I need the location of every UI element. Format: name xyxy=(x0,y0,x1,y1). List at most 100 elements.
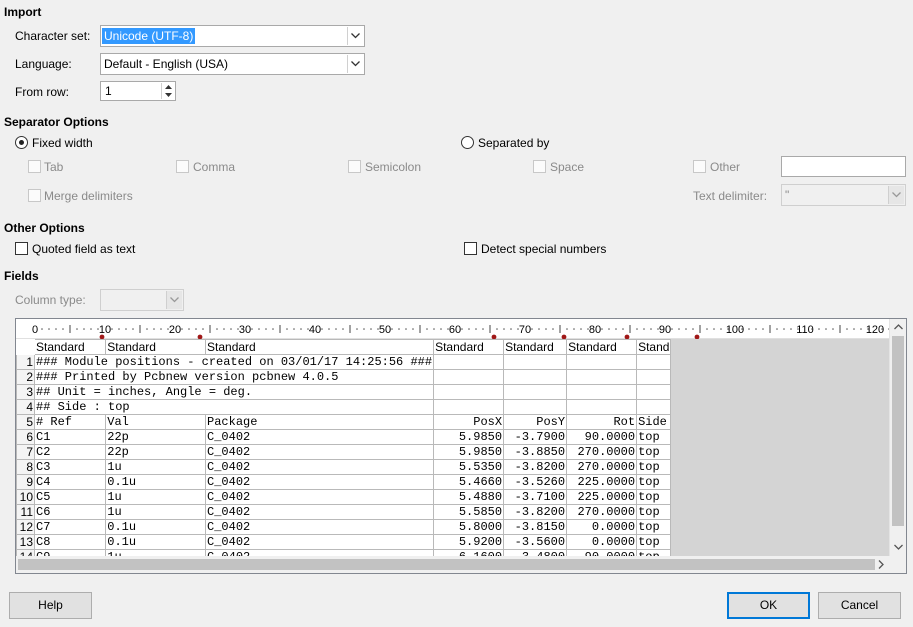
ruler-dot xyxy=(272,328,274,330)
ruler-dot xyxy=(580,328,582,330)
table-row: 12 C7 0.1u C_0402 5.8000 -3.8150 0.0000 top xyxy=(16,519,672,535)
ruler-label: 80 xyxy=(589,324,601,336)
grid-header-row: Standard Standard Standard Standard Standard… xyxy=(16,339,672,355)
table-row: 2 ### Printed by Pcbnew version pcbnew 4.… xyxy=(16,369,672,385)
spin-down-icon[interactable] xyxy=(162,91,174,99)
ruler-dot xyxy=(545,328,547,330)
ruler-dot xyxy=(426,328,428,330)
grid-cell: Val xyxy=(105,414,207,430)
column-type-header[interactable]: Standard xyxy=(205,339,435,355)
merge-delimiters-checkbox[interactable] xyxy=(28,189,41,202)
table-row: 6 C1 22p C_0402 5.9850 -3.7900 90.0000 top xyxy=(16,429,672,445)
tab-checkbox[interactable] xyxy=(28,160,41,173)
detect-special-label: Detect special numbers xyxy=(481,242,607,256)
spin-up-icon[interactable] xyxy=(162,83,174,91)
row-number: 9 xyxy=(16,474,35,490)
grid-cell: C_0402 xyxy=(205,519,435,535)
language-value: Default - English (USA) xyxy=(104,57,229,71)
preview-grid[interactable]: 0 10 20 30 40 50 60 70 80 90 100 110 120 Standard Sta… xyxy=(15,318,907,574)
detect-special-checkbox[interactable] xyxy=(464,242,477,255)
ruler-dot xyxy=(608,328,610,330)
language-label: Language: xyxy=(15,57,72,71)
quoted-field-checkbox[interactable] xyxy=(15,242,28,255)
ruler-dot xyxy=(188,328,190,330)
ruler-dot xyxy=(510,328,512,330)
grid-cell: C5 xyxy=(33,489,107,505)
grid-cell: Rot xyxy=(566,414,638,430)
ruler-dot xyxy=(671,328,673,330)
semicolon-checkbox[interactable] xyxy=(348,160,361,173)
table-row: 1 ### Module positions - created on 03/01… xyxy=(16,354,672,370)
vertical-scroll-thumb[interactable] xyxy=(892,336,904,526)
other-separator-input[interactable] xyxy=(781,156,906,177)
separator-section-title: Separator Options xyxy=(4,115,109,129)
grid-cell: 0.0000 xyxy=(566,534,638,550)
table-row: 4 ## Side : top xyxy=(16,399,672,415)
text-delimiter-select[interactable]: " xyxy=(781,184,906,206)
ruler-dot xyxy=(55,328,57,330)
ruler-label: 110 xyxy=(796,324,814,336)
column-type-header[interactable]: Standard xyxy=(433,339,505,355)
grid-cell: C_0402 xyxy=(205,504,435,520)
separated-by-label: Separated by xyxy=(478,136,550,150)
grid-cell: C6 xyxy=(33,504,107,520)
column-type-header[interactable]: Standard xyxy=(566,339,638,355)
grid-cell: -3.7900 xyxy=(503,429,568,445)
charset-select[interactable]: Unicode (UTF-8) xyxy=(100,25,365,47)
ruler-dot xyxy=(818,328,820,330)
column-type-header[interactable]: Standard xyxy=(33,339,107,355)
ruler-dot xyxy=(328,328,330,330)
ruler-dot xyxy=(636,328,638,330)
chevron-down-icon xyxy=(166,291,182,309)
language-select[interactable]: Default - English (USA) xyxy=(100,53,365,75)
merge-delimiters-label: Merge delimiters xyxy=(44,189,133,203)
other-label: Other xyxy=(710,160,741,174)
horizontal-scrollbar[interactable] xyxy=(16,556,906,573)
scroll-corner xyxy=(889,556,906,573)
grid-cell xyxy=(566,369,638,385)
space-checkbox[interactable] xyxy=(533,160,546,173)
ruler-dot xyxy=(195,328,197,330)
grid-cell: -3.5600 xyxy=(503,534,568,550)
grid-cell: 0.1u xyxy=(105,519,207,535)
vertical-scrollbar[interactable] xyxy=(889,319,906,557)
ruler-dot xyxy=(706,328,708,330)
fromrow-spinner[interactable]: 1 xyxy=(100,81,176,101)
column-type-select[interactable] xyxy=(100,289,184,311)
column-type-header[interactable]: Stand xyxy=(636,339,672,355)
ruler-dot xyxy=(650,328,652,330)
ok-button-label: OK xyxy=(759,598,778,612)
scroll-right-icon[interactable] xyxy=(878,560,884,569)
ok-button[interactable]: OK xyxy=(727,592,810,619)
comma-checkbox[interactable] xyxy=(176,160,189,173)
other-checkbox[interactable] xyxy=(693,160,706,173)
column-ruler[interactable]: 0 10 20 30 40 50 60 70 80 90 100 110 120 xyxy=(16,319,889,339)
horizontal-scroll-thumb[interactable] xyxy=(18,559,875,570)
ruler-dot xyxy=(566,328,568,330)
table-row: 3 ## Unit = inches, Angle = deg. xyxy=(16,384,672,400)
cancel-button[interactable]: Cancel xyxy=(818,592,901,619)
column-type-label: Column type: xyxy=(15,293,86,307)
ruler-dot xyxy=(398,328,400,330)
ruler-dot xyxy=(265,328,267,330)
other-options-title: Other Options xyxy=(4,221,85,235)
grid-cell xyxy=(503,399,568,415)
ruler-dot xyxy=(643,328,645,330)
ruler-dot xyxy=(762,328,764,330)
column-type-header[interactable]: Standard xyxy=(503,339,568,355)
scroll-up-icon[interactable] xyxy=(894,324,903,330)
table-row: 7 C2 22p C_0402 5.9850 -3.8850 270.0000 top xyxy=(16,444,672,460)
ruler-dot xyxy=(153,328,155,330)
separated-by-radio[interactable] xyxy=(461,136,474,149)
ruler-dot xyxy=(720,328,722,330)
help-button[interactable]: Help xyxy=(9,592,92,619)
grid-cell: -3.7100 xyxy=(503,489,568,505)
quoted-field-label: Quoted field as text xyxy=(32,242,136,256)
fixed-width-radio[interactable] xyxy=(15,136,28,149)
text-delimiter-value: " xyxy=(785,188,790,202)
ruler-dot xyxy=(391,328,393,330)
scroll-down-icon[interactable] xyxy=(894,544,903,550)
comma-label: Comma xyxy=(193,160,236,174)
column-type-header[interactable]: Standard xyxy=(105,339,207,355)
ruler-dot xyxy=(223,328,225,330)
